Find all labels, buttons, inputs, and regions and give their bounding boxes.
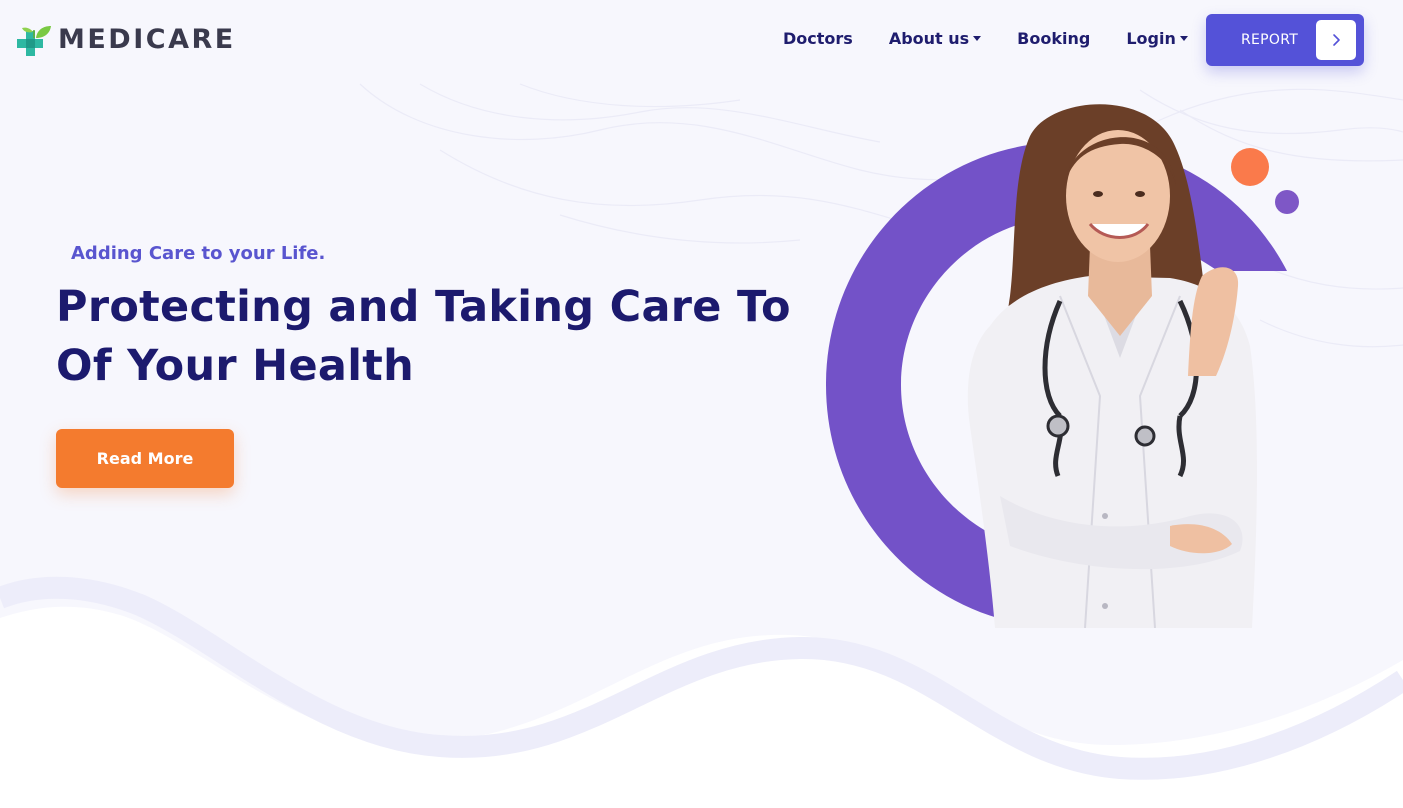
purple-dot-decoration — [1275, 190, 1299, 214]
caret-down-icon — [973, 35, 982, 41]
brand-logo[interactable]: MEDICARE — [15, 22, 236, 58]
top-navbar: MEDICARE Doctors About us Booking Login … — [0, 0, 1403, 80]
nav-item-about-us[interactable]: About us — [888, 28, 982, 50]
read-more-button[interactable]: Read More — [56, 429, 234, 488]
nav-item-label: Booking — [1017, 29, 1091, 48]
nav-item-label: Doctors — [783, 29, 853, 48]
nav-item-label: Login — [1126, 29, 1176, 48]
page: MEDICARE Doctors About us Booking Login … — [0, 0, 1403, 808]
report-button-label: REPORT — [1241, 32, 1299, 48]
hero-headline: Protecting and Taking Care To Of Your He… — [56, 282, 791, 391]
nav-item-doctors[interactable]: Doctors — [783, 28, 853, 50]
doctor-portrait-image — [967, 104, 1257, 628]
chevron-right-icon — [1316, 20, 1356, 60]
hero-tagline: Adding Care to your Life. — [71, 243, 326, 264]
nav-item-login[interactable]: Login — [1126, 28, 1188, 50]
main-nav: Doctors About us Booking Login — [783, 28, 1188, 50]
medical-cross-leaf-icon — [17, 26, 51, 56]
nav-item-booking[interactable]: Booking — [1017, 28, 1090, 50]
caret-down-icon — [1179, 35, 1188, 41]
report-button[interactable]: REPORT — [1206, 14, 1364, 66]
nav-item-label: About us — [888, 29, 970, 48]
brand-name: MEDICARE — [58, 24, 236, 55]
